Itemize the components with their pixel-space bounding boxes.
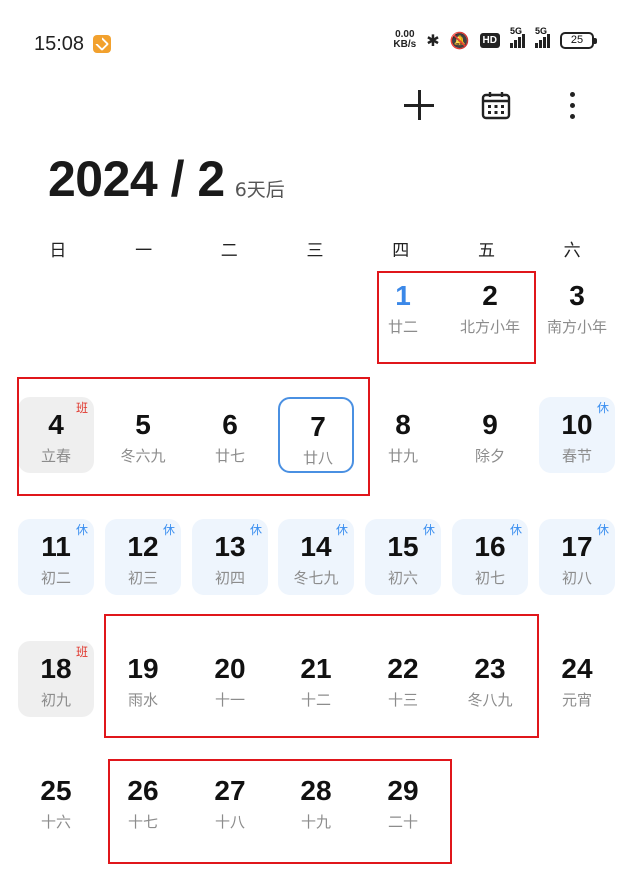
day-cell-25[interactable]: 25 十六 (18, 763, 94, 839)
holiday-badge: 休 (162, 523, 175, 537)
network-speed: 0.00 KB/s (393, 30, 416, 50)
more-options-button[interactable] (549, 82, 595, 128)
weekday-sat: 六 (563, 241, 581, 261)
holiday-badge: 休 (596, 523, 609, 537)
holiday-badge: 休 (75, 523, 88, 537)
calendar-icon (481, 92, 511, 120)
day-cell-18[interactable]: 18 初九班 (18, 641, 94, 717)
weekday-thu: 四 (392, 241, 410, 261)
signal-icon: 5G (510, 26, 525, 48)
day-cell-9[interactable]: 9 除夕 (452, 397, 528, 473)
weekday-sun: 日 (49, 241, 67, 261)
network-speed-unit: KB/s (393, 39, 417, 50)
highlight-box (17, 377, 370, 496)
page-title: 2024 / 2 (48, 151, 225, 207)
weekday-fri: 五 (477, 241, 495, 261)
weekday-tue: 二 (220, 241, 238, 261)
day-cell-12[interactable]: 12 初三休 (105, 519, 181, 595)
lunar-date: 除夕 (474, 447, 505, 465)
day-cell-3[interactable]: 3 南方小年 (539, 268, 615, 344)
battery-icon: 25 (560, 31, 597, 49)
lunar-date: 元宵 (561, 691, 592, 709)
lunar-date: 初三 (127, 569, 158, 587)
lunar-date: 春节 (561, 447, 592, 465)
lunar-date: 初四 (214, 569, 245, 587)
day-number: 8 (395, 409, 411, 440)
weekday-wed: 三 (306, 241, 324, 261)
days-until-label: 6天后 (234, 179, 285, 201)
day-cell-11[interactable]: 11 初二休 (18, 519, 94, 595)
lunar-date: 初二 (40, 569, 71, 587)
plus-icon (404, 90, 434, 120)
status-time: 15:08 (34, 33, 85, 55)
lunar-date: 十六 (40, 813, 71, 831)
day-cell-10[interactable]: 10 春节休 (539, 397, 615, 473)
more-vertical-icon (569, 91, 575, 119)
holiday-badge: 休 (596, 401, 609, 415)
lunar-date: 南方小年 (546, 318, 607, 336)
holiday-badge: 休 (249, 523, 262, 537)
lunar-date: 廿九 (387, 447, 418, 465)
muted-bell-icon: 🔕 (449, 30, 470, 50)
jump-to-date-button[interactable] (473, 82, 519, 128)
month-header: 2024 / 2 6天后 (48, 150, 285, 208)
highlight-box (104, 614, 539, 738)
day-cell-24[interactable]: 24 元宵 (539, 641, 615, 717)
sim2-network-label: 5G (535, 26, 548, 36)
hd-icon: HD (479, 32, 500, 48)
signal-icon-2: 5G (535, 26, 550, 48)
day-cell-13[interactable]: 13 初四休 (192, 519, 268, 595)
day-number: 3 (569, 280, 585, 311)
lunar-date: 初九 (40, 691, 71, 709)
lunar-date: 初六 (387, 569, 418, 587)
day-cell-17[interactable]: 17 初八休 (539, 519, 615, 595)
holiday-badge: 休 (422, 523, 435, 537)
day-number: 24 (561, 653, 593, 684)
status-bar: 15:08 0.00 KB/s ✱ 🔕 HD 5G 5G 25 (0, 0, 632, 80)
app-notification-icon (93, 35, 111, 53)
day-number: 25 (40, 775, 72, 806)
toolbar (0, 82, 632, 128)
day-cell-15[interactable]: 15 初六休 (365, 519, 441, 595)
day-number: 9 (482, 409, 498, 440)
day-cell-8[interactable]: 8 廿九 (365, 397, 441, 473)
add-event-button[interactable] (396, 82, 442, 128)
bluetooth-icon: ✱ (426, 30, 440, 50)
weekday-mon: 一 (135, 241, 153, 261)
lunar-date: 初八 (561, 569, 592, 587)
highlight-box (377, 271, 536, 364)
workday-badge: 班 (75, 645, 88, 659)
holiday-badge: 休 (509, 523, 522, 537)
holiday-badge: 休 (335, 523, 348, 537)
weekday-header: 日 一 二 三 四 五 六 (15, 236, 615, 261)
day-cell-14[interactable]: 14 冬七九休 (278, 519, 354, 595)
lunar-date: 冬七九 (293, 569, 339, 587)
highlight-box (108, 759, 452, 864)
lunar-date: 初七 (474, 569, 505, 587)
sim1-network-label: 5G (510, 26, 523, 36)
day-cell-16[interactable]: 16 初七休 (452, 519, 528, 595)
